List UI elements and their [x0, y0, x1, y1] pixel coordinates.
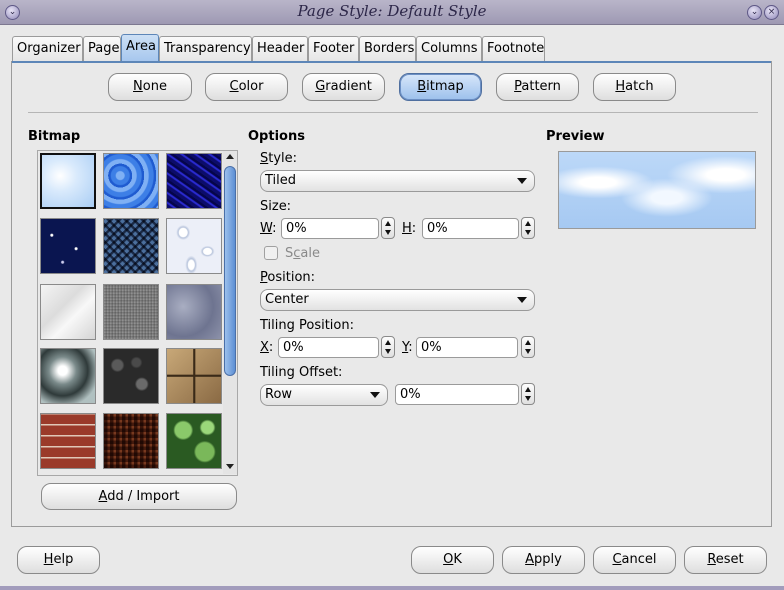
x-label: X:	[260, 340, 274, 355]
options-heading: Options	[248, 129, 305, 144]
position-label: Position:	[260, 270, 316, 285]
fill-hatch-button[interactable]: Hatch	[593, 73, 676, 101]
scroll-thumb[interactable]	[224, 166, 236, 376]
bitmap-tile-linen[interactable]	[103, 284, 159, 340]
y-spinner[interactable]	[521, 336, 535, 358]
tiling-position-label: Tiling Position:	[260, 318, 354, 333]
offset-spinner[interactable]	[521, 383, 535, 405]
bitmap-tile-marble[interactable]	[40, 284, 96, 340]
scroll-down-icon[interactable]	[226, 464, 234, 469]
style-label: Style:	[260, 151, 298, 166]
size-label: Size:	[260, 199, 292, 214]
tab-area[interactable]: Area	[121, 34, 159, 61]
fill-gradient-button[interactable]: Gradient	[302, 73, 385, 101]
bitmap-tile-brownstone[interactable]	[40, 413, 96, 469]
window-bottom-border	[0, 586, 784, 590]
preview-heading: Preview	[546, 129, 605, 144]
bitmap-tile-mercury[interactable]	[40, 348, 96, 404]
separator	[28, 112, 758, 113]
position-combo[interactable]: Center	[260, 289, 535, 311]
scale-checkbox[interactable]	[264, 246, 278, 260]
scale-label: Scale	[285, 246, 320, 261]
reset-button[interactable]: Reset	[684, 546, 767, 574]
help-button[interactable]: Help	[17, 546, 100, 574]
tab-columns[interactable]: Columns	[416, 36, 482, 61]
tab-footer[interactable]: Footer	[308, 36, 359, 61]
chevron-down-icon	[370, 392, 380, 398]
bitmap-tile-stone[interactable]	[166, 284, 222, 340]
cancel-button[interactable]: Cancel	[593, 546, 676, 574]
bitmap-tile-sky[interactable]	[40, 153, 96, 209]
bitmap-tile-weaving[interactable]	[103, 413, 159, 469]
fill-color-button[interactable]: Color	[205, 73, 288, 101]
height-field[interactable]: 0%	[422, 218, 519, 239]
bitmap-tile-gravel[interactable]	[103, 348, 159, 404]
window-title: Page Style: Default Style	[297, 2, 487, 20]
ok-button[interactable]: OK	[411, 546, 494, 574]
bitmap-heading: Bitmap	[28, 129, 81, 144]
close-icon[interactable]: ×	[764, 5, 779, 20]
add-import-button[interactable]: Add / Import	[41, 483, 237, 510]
chevron-down-icon	[517, 178, 527, 184]
bitmap-tile-coarse[interactable]	[166, 153, 222, 209]
height-spinner[interactable]	[521, 217, 535, 239]
panel-accent-line	[12, 61, 771, 63]
width-spinner[interactable]	[381, 217, 395, 239]
width-label: W:	[260, 221, 277, 236]
fill-none-button[interactable]: None	[108, 73, 192, 101]
bitmap-tile-metal-weave[interactable]	[103, 218, 159, 274]
scroll-up-icon[interactable]	[226, 154, 234, 159]
tiling-offset-label: Tiling Offset:	[260, 365, 343, 380]
width-field[interactable]: 0%	[281, 218, 379, 239]
apply-button[interactable]: Apply	[502, 546, 585, 574]
y-field[interactable]: 0%	[416, 337, 518, 358]
x-field[interactable]: 0%	[278, 337, 379, 358]
x-spinner[interactable]	[381, 336, 395, 358]
tab-header[interactable]: Header	[252, 36, 308, 61]
tab-footnote[interactable]: Footnote	[482, 36, 545, 61]
fill-pattern-button[interactable]: Pattern	[496, 73, 579, 101]
bitmap-tile-wall[interactable]	[166, 348, 222, 404]
offset-field[interactable]: 0%	[395, 384, 519, 405]
style-combo[interactable]: Tiled	[260, 170, 535, 192]
bitmap-tile-leaves[interactable]	[166, 413, 222, 469]
tab-borders[interactable]: Borders	[359, 36, 416, 61]
bitmap-tile-water[interactable]	[103, 153, 159, 209]
preview-area	[558, 151, 756, 229]
tab-transparency[interactable]: Transparency	[159, 36, 252, 61]
fill-bitmap-button[interactable]: Bitmap	[399, 73, 482, 101]
height-label: H:	[402, 221, 417, 236]
minimize-icon[interactable]: ⌄	[747, 5, 762, 20]
y-label: Y:	[402, 340, 413, 355]
tab-page[interactable]: Page	[83, 36, 121, 61]
offset-mode-combo[interactable]: Row	[260, 384, 388, 406]
bitmap-tile-droplets[interactable]	[166, 218, 222, 274]
bitmap-tile-space[interactable]	[40, 218, 96, 274]
chevron-down-icon	[517, 297, 527, 303]
tab-organizer[interactable]: Organizer	[12, 36, 83, 61]
